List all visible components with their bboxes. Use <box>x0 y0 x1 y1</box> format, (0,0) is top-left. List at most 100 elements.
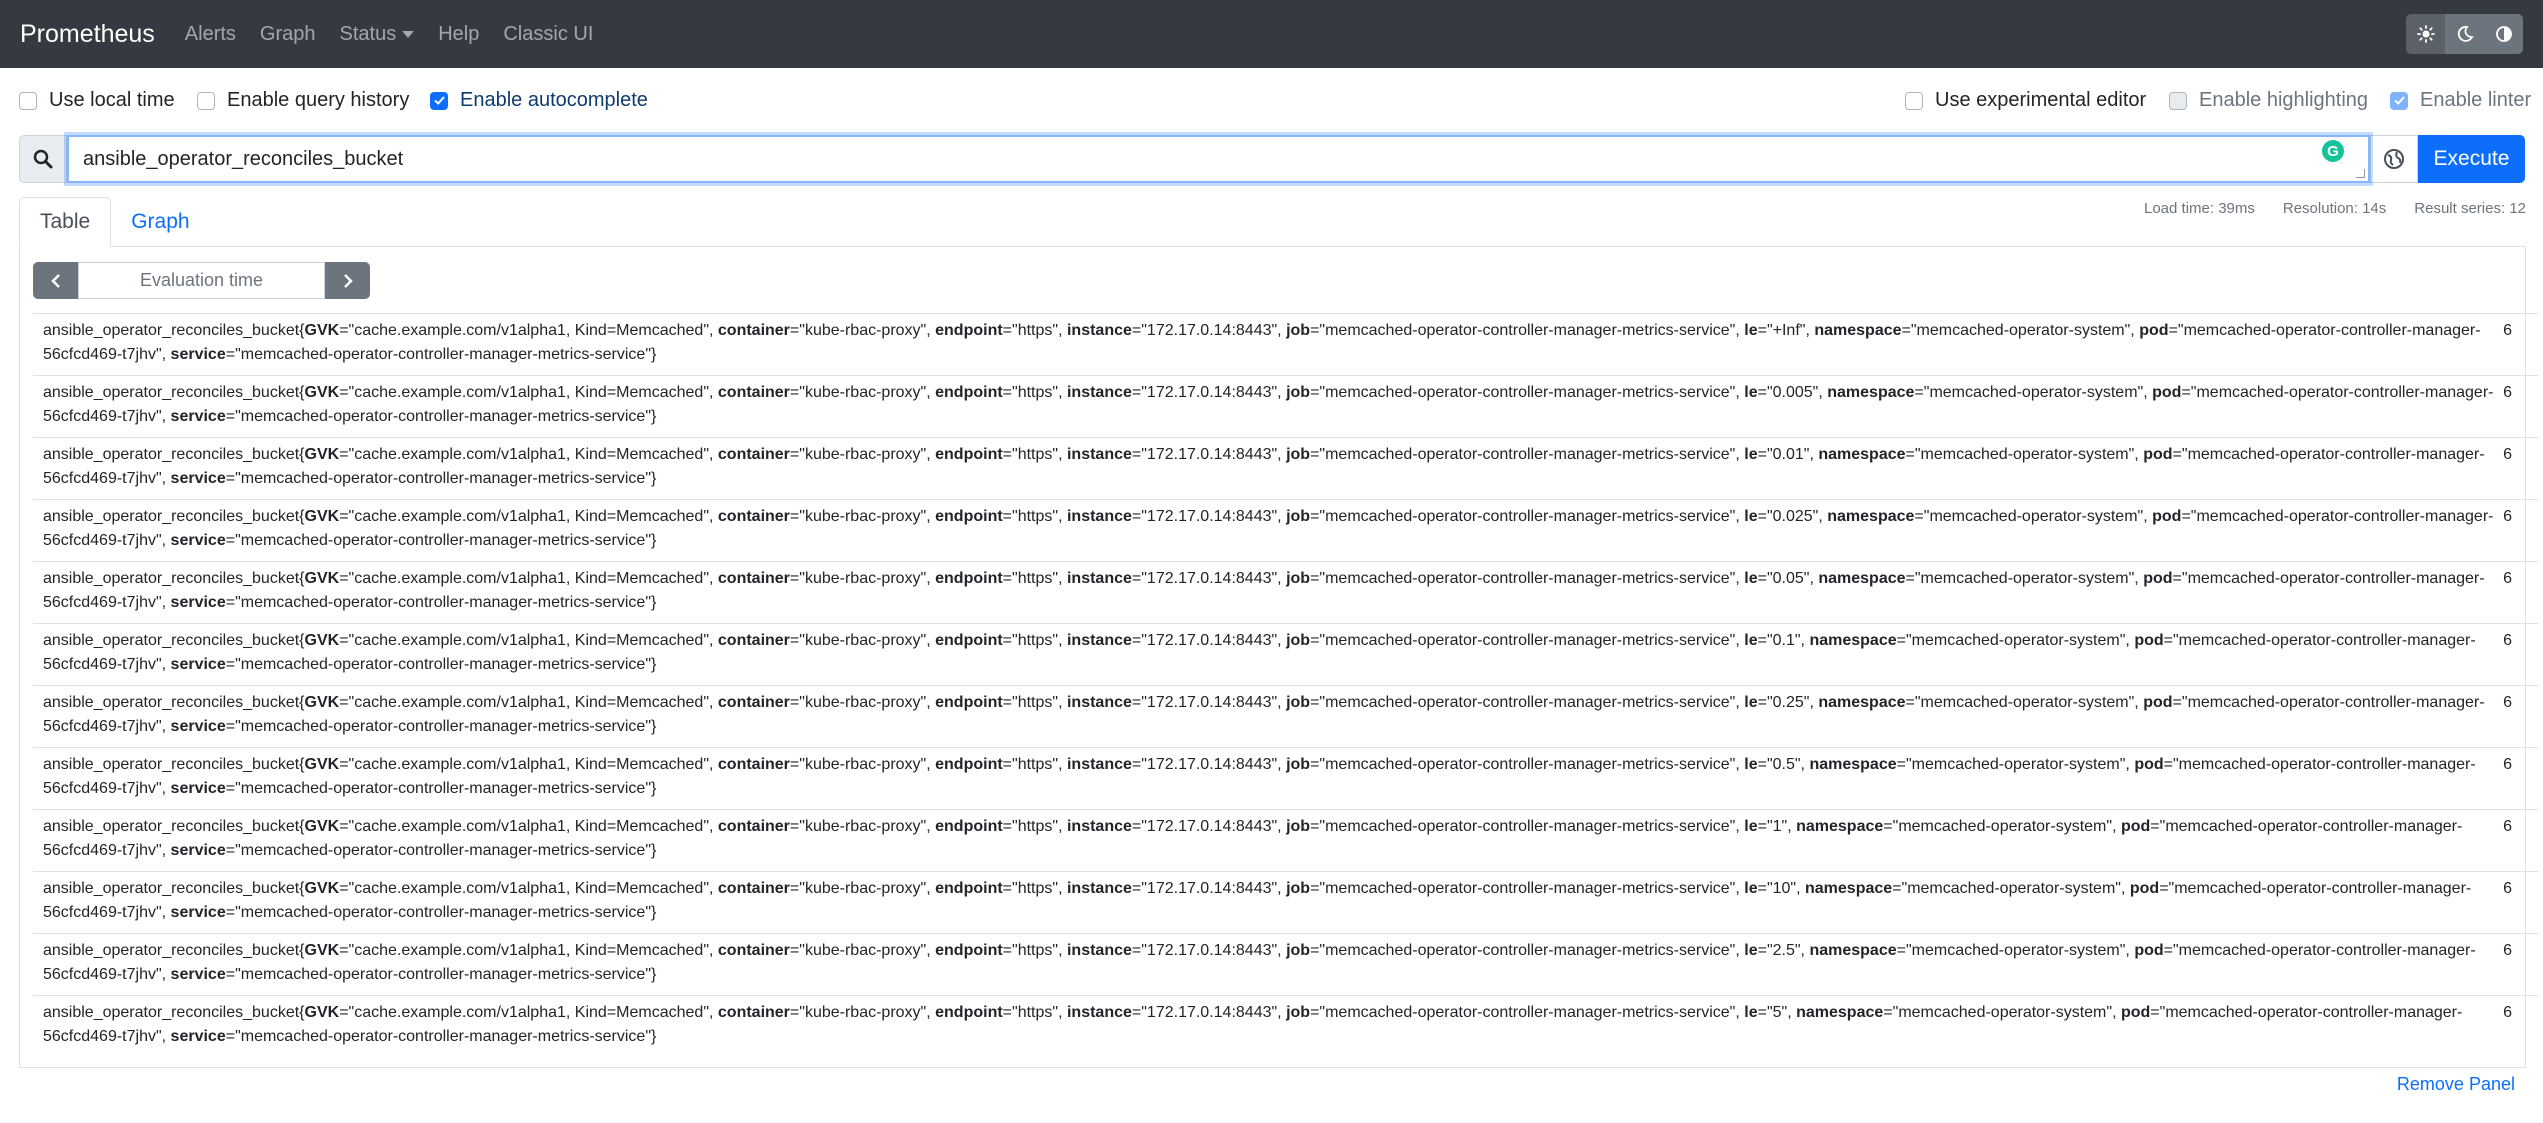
label-value: memcached-operator-controller-manager-me… <box>240 904 646 921</box>
metric-name: ansible_operator_reconciles_bucket <box>43 508 300 525</box>
label-value: memcached-operator-controller-manager-me… <box>1325 632 1730 649</box>
enable-linter-option: Enable linter <box>2390 89 2531 112</box>
dark-theme-button[interactable] <box>2445 14 2484 54</box>
label-value: kube-rbac-proxy <box>804 508 921 525</box>
light-theme-button[interactable] <box>2406 14 2445 54</box>
use-local-time-label: Use local time <box>49 89 175 111</box>
label-key: pod <box>2134 632 2164 649</box>
browser-theme-button[interactable] <box>2484 14 2523 54</box>
nav-graph[interactable]: Graph <box>260 23 316 46</box>
enable-autocomplete-option[interactable]: Enable autocomplete <box>430 89 648 112</box>
use-local-time-option[interactable]: Use local time <box>19 89 175 112</box>
label-key: endpoint <box>935 880 1003 897</box>
label-value: memcached-operator-controller-manager-me… <box>240 594 646 611</box>
label-key: pod <box>2143 446 2173 463</box>
label-value: 172.17.0.14:8443 <box>1146 632 1272 649</box>
enable-highlighting-label: Enable highlighting <box>2199 89 2369 111</box>
eval-time-forward-button[interactable] <box>325 262 370 299</box>
panel-tabs: Table Graph <box>19 197 210 247</box>
caret-down-icon <box>402 30 415 38</box>
label-value: kube-rbac-proxy <box>804 880 921 897</box>
label-value: 172.17.0.14:8443 <box>1146 446 1272 463</box>
label-key: namespace <box>1809 942 1897 959</box>
nav-alerts[interactable]: Alerts <box>185 23 236 46</box>
label-key: container <box>717 818 790 835</box>
label-value: memcached-operator-controller-manager-me… <box>1325 322 1730 339</box>
remove-panel-link[interactable]: Remove Panel <box>2397 1074 2515 1095</box>
metric-name: ansible_operator_reconciles_bucket <box>43 818 300 835</box>
enable-query-history-option[interactable]: Enable query history <box>197 89 409 112</box>
label-key: namespace <box>1827 384 1915 401</box>
label-key: GVK <box>304 570 340 587</box>
label-key: instance <box>1066 818 1132 835</box>
label-value: kube-rbac-proxy <box>804 1004 921 1021</box>
series-value: 6 <box>2503 384 2512 401</box>
label-key: GVK <box>304 880 340 897</box>
label-value: cache.example.com/v1alpha1, Kind=Memcach… <box>354 508 704 525</box>
table-row: ansible_operator_reconciles_bucket{GVK="… <box>33 871 2538 933</box>
series-labels: ansible_operator_reconciles_bucket{GVK="… <box>43 880 2472 921</box>
label-value: memcached-operator-controller-manager-me… <box>1325 756 1730 773</box>
table-row: ansible_operator_reconciles_bucket{GVK="… <box>33 561 2538 623</box>
label-value: memcached-operator-controller-manager-me… <box>240 408 646 425</box>
label-value: memcached-operator-controller-manager-me… <box>240 532 646 549</box>
resize-handle-icon[interactable] <box>2356 169 2365 178</box>
use-experimental-editor-option[interactable]: Use experimental editor <box>1905 89 2146 112</box>
label-key: instance <box>1066 942 1132 959</box>
label-key: GVK <box>304 632 340 649</box>
metric-name: ansible_operator_reconciles_bucket <box>43 694 300 711</box>
series-value: 6 <box>2503 508 2512 525</box>
label-key: instance <box>1066 756 1132 773</box>
nav-classic-ui[interactable]: Classic UI <box>503 23 593 46</box>
nav-status-dropdown[interactable]: Status <box>340 23 415 46</box>
use-experimental-editor-checkbox[interactable] <box>1905 91 1923 110</box>
label-key: service <box>170 532 226 549</box>
label-value: memcached-operator-controller-manager-me… <box>240 1028 646 1045</box>
label-value: 172.17.0.14:8443 <box>1146 322 1272 339</box>
label-key: endpoint <box>935 1004 1003 1021</box>
brand-logo[interactable]: Prometheus <box>20 20 155 49</box>
label-value: 0.25 <box>1772 694 1804 711</box>
eval-time-back-button[interactable] <box>33 262 78 299</box>
enable-query-history-checkbox[interactable] <box>197 91 215 110</box>
label-key: le <box>1744 880 1758 897</box>
label-key: namespace <box>1805 880 1893 897</box>
expression-input[interactable]: ansible_operator_reconciles_bucket G <box>67 135 2370 183</box>
label-value: memcached-operator-system <box>1911 942 2120 959</box>
execute-button[interactable]: Execute <box>2418 135 2525 183</box>
label-key: job <box>1286 756 1311 773</box>
label-value: memcached-operator-controller-manager-me… <box>1325 694 1730 711</box>
series-value: 6 <box>2503 1004 2512 1021</box>
label-key: namespace <box>1809 756 1897 773</box>
label-value: 172.17.0.14:8443 <box>1146 818 1272 835</box>
series-labels: ansible_operator_reconciles_bucket{GVK="… <box>43 384 2494 425</box>
enable-highlighting-option: Enable highlighting <box>2169 89 2368 112</box>
label-key: endpoint <box>935 694 1003 711</box>
label-key: instance <box>1066 694 1132 711</box>
label-value: memcached-operator-controller-manager-me… <box>240 656 646 673</box>
use-local-time-checkbox[interactable] <box>19 91 37 110</box>
table-row: ansible_operator_reconciles_bucket{GVK="… <box>33 623 2538 685</box>
label-key: job <box>1286 880 1311 897</box>
series-value: 6 <box>2503 632 2512 649</box>
label-key: instance <box>1066 632 1132 649</box>
label-key: container <box>717 880 790 897</box>
label-key: namespace <box>1818 446 1906 463</box>
nav-help[interactable]: Help <box>438 23 479 46</box>
label-value: https <box>1017 694 1053 711</box>
label-value: cache.example.com/v1alpha1, Kind=Memcach… <box>354 818 704 835</box>
label-key: container <box>717 1004 790 1021</box>
evaluation-time-input[interactable]: Evaluation time <box>78 262 325 299</box>
label-key: GVK <box>304 446 340 463</box>
grammarly-icon[interactable]: G <box>2322 140 2344 162</box>
series-labels: ansible_operator_reconciles_bucket{GVK="… <box>43 570 2485 611</box>
tab-table[interactable]: Table <box>19 197 112 247</box>
enable-autocomplete-checkbox[interactable] <box>430 91 448 110</box>
label-key: container <box>717 508 790 525</box>
checkmark-icon <box>2393 96 2405 105</box>
label-value: memcached-operator-controller-manager-me… <box>1325 1004 1730 1021</box>
metrics-explorer-button[interactable] <box>2370 135 2418 183</box>
label-value: cache.example.com/v1alpha1, Kind=Memcach… <box>354 1004 704 1021</box>
label-key: pod <box>2120 1004 2151 1021</box>
tab-graph[interactable]: Graph <box>111 197 209 247</box>
